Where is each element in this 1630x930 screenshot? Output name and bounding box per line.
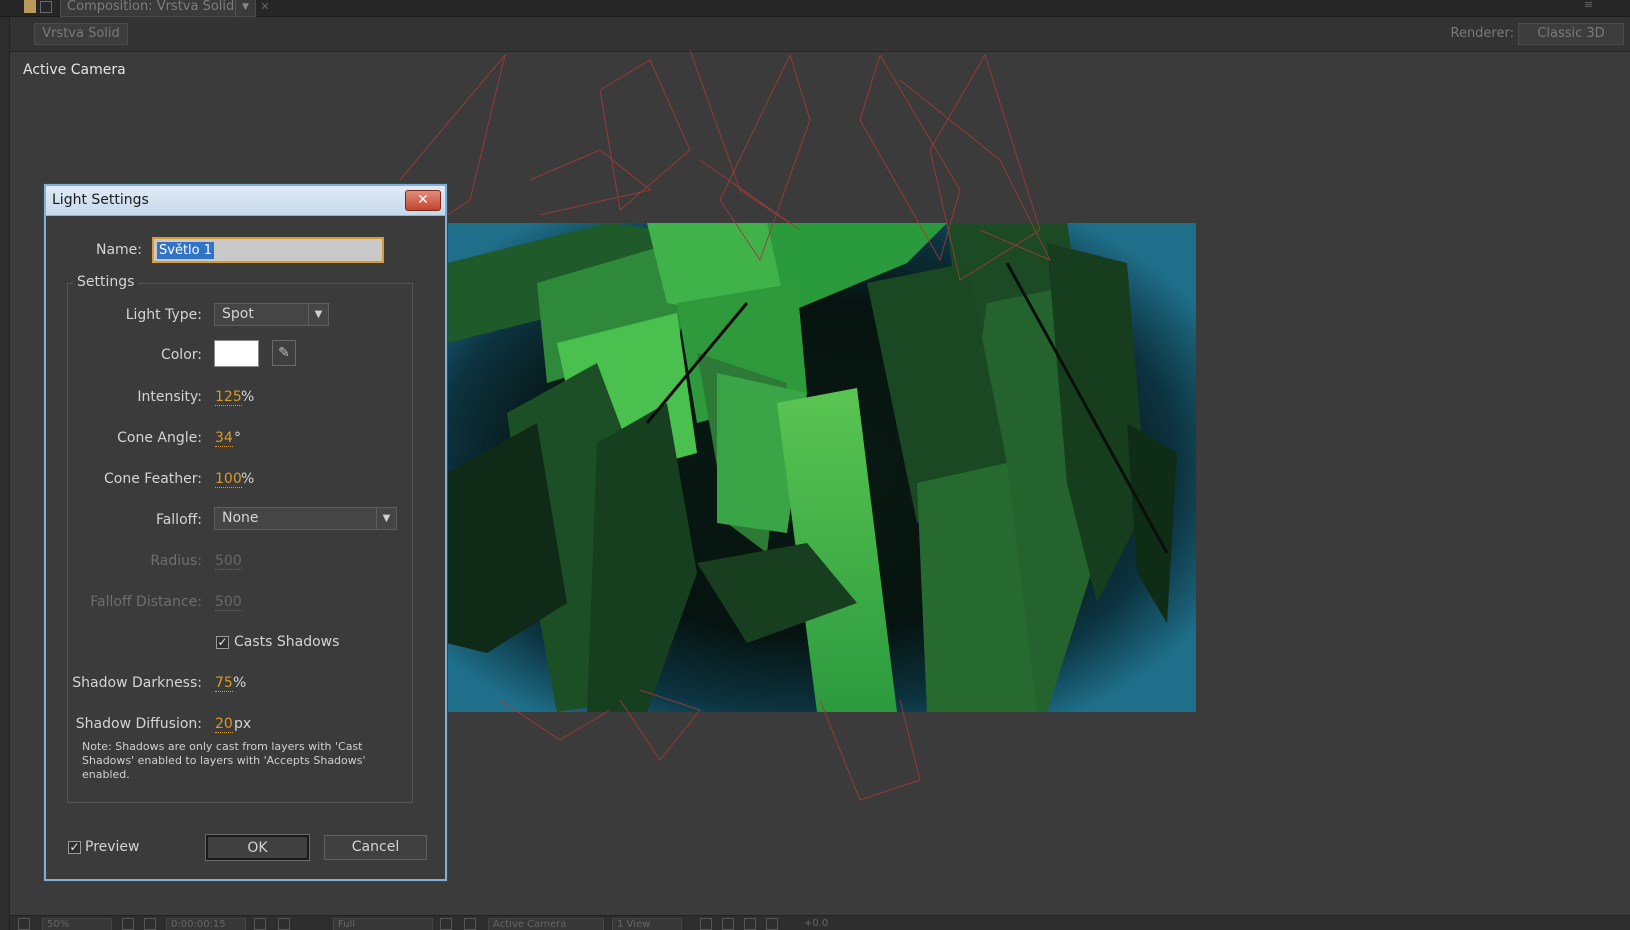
color-swatch[interactable]	[214, 340, 259, 367]
preview-checkbox[interactable]: ✓	[68, 841, 81, 854]
casts-shadows-checkbox[interactable]: ✓	[216, 636, 229, 649]
fast-preview-icon[interactable]	[722, 918, 734, 930]
cancel-button[interactable]: Cancel	[324, 835, 427, 860]
name-label: Name:	[95, 242, 142, 258]
name-field-value: Světlo 1	[157, 242, 215, 259]
comp-name-button[interactable]: Vrstva Solid	[34, 23, 128, 45]
viewer-bottom-bar: 50% 0:00:00:15 Full Active Camera 1 View…	[10, 915, 1630, 930]
close-icon: ✕	[417, 192, 429, 208]
exposure-value[interactable]: +0.0	[800, 918, 860, 930]
eyedropper-icon[interactable]: ✎	[272, 340, 296, 366]
shadow-darkness-value[interactable]: 75	[215, 675, 233, 692]
cone-angle-label: Cone Angle:	[117, 430, 202, 446]
intensity-value[interactable]: 125	[215, 389, 242, 406]
intensity-unit: %	[241, 389, 255, 405]
left-panel-edge	[0, 17, 10, 930]
renderer-label: Renderer:	[1450, 26, 1515, 41]
composition-navigator: Vrstva Solid Renderer: Classic 3D	[10, 17, 1630, 52]
settings-group-title: Settings	[73, 274, 139, 290]
cone-angle-unit: °	[234, 430, 241, 446]
shadow-diffusion-label: Shadow Diffusion:	[75, 716, 202, 732]
mask-icon[interactable]	[144, 918, 156, 930]
transparency-grid-icon[interactable]	[464, 918, 476, 930]
zoom-select[interactable]: 50%	[42, 918, 112, 930]
tab-dropdown-icon[interactable]: ▼	[235, 0, 255, 17]
light-type-select[interactable]: Spot ▼	[214, 303, 329, 326]
radius-value: 500	[215, 553, 242, 570]
active-camera-label: Active Camera	[23, 62, 126, 78]
light-settings-dialog: Light Settings ✕ Name: Světlo 1 Settings…	[44, 184, 447, 881]
region-icon[interactable]	[440, 918, 452, 930]
timecode-field[interactable]: 0:00:00:15	[166, 918, 246, 930]
color-channel-icon[interactable]	[278, 918, 290, 930]
tab-composition[interactable]: Composition: Vrstva Solid	[60, 0, 256, 17]
falloff-distance-value: 500	[215, 594, 242, 611]
composition-icon	[24, 0, 36, 13]
renderer-button[interactable]: Classic 3D	[1518, 23, 1624, 45]
dialog-title-bar[interactable]: Light Settings ✕	[46, 186, 445, 216]
flowchart-icon[interactable]	[766, 918, 778, 930]
panel-tab-bar: Composition: Vrstva Solid ▼ ✕ ≡	[0, 0, 1630, 17]
intensity-label: Intensity:	[137, 389, 202, 405]
lock-icon[interactable]	[40, 1, 52, 13]
cone-feather-label: Cone Feather:	[104, 471, 202, 487]
views-layout-select[interactable]: 1 View	[612, 918, 682, 930]
color-label: Color:	[160, 347, 202, 363]
falloff-label: Falloff:	[155, 512, 202, 528]
dialog-title: Light Settings	[52, 192, 149, 208]
falloff-distance-label: Falloff Distance:	[90, 594, 202, 610]
casts-shadows-label: Casts Shadows	[234, 634, 340, 650]
light-type-value: Spot	[222, 306, 254, 322]
name-field[interactable]: Světlo 1	[152, 237, 384, 263]
panel-menu-icon[interactable]: ≡	[1584, 0, 1600, 12]
radius-label: Radius:	[150, 553, 202, 569]
chevron-down-icon: ▼	[308, 304, 328, 325]
shadow-darkness-unit: %	[233, 675, 247, 691]
cone-feather-unit: %	[241, 471, 255, 487]
falloff-select[interactable]: None ▼	[214, 507, 397, 530]
close-icon[interactable]: ✕	[258, 0, 272, 16]
cone-angle-value[interactable]: 34	[215, 430, 233, 447]
shadows-note: Note: Shadows are only cast from layers …	[82, 740, 366, 781]
resolution-select[interactable]: Full	[333, 918, 433, 930]
shadow-diffusion-value[interactable]: 20	[215, 716, 233, 733]
grid-icon[interactable]	[122, 918, 134, 930]
cone-feather-value[interactable]: 100	[215, 471, 242, 488]
tab-composition-label: Composition: Vrstva Solid	[67, 0, 235, 14]
ok-button[interactable]: OK	[205, 834, 310, 861]
camera-icon[interactable]	[254, 918, 266, 930]
dialog-close-button[interactable]: ✕	[405, 190, 441, 211]
preview-label: Preview	[85, 839, 140, 855]
chevron-down-icon: ▼	[376, 508, 396, 529]
composition-viewer[interactable]	[447, 223, 1196, 712]
snapshot-icon[interactable]	[18, 918, 30, 930]
pixel-aspect-icon[interactable]	[700, 918, 712, 930]
view-select[interactable]: Active Camera	[488, 918, 604, 930]
shadow-diffusion-unit: px	[234, 716, 252, 732]
light-type-label: Light Type:	[125, 307, 202, 323]
shadow-darkness-label: Shadow Darkness:	[72, 675, 202, 691]
timeline-icon[interactable]	[744, 918, 756, 930]
falloff-value: None	[222, 510, 259, 526]
